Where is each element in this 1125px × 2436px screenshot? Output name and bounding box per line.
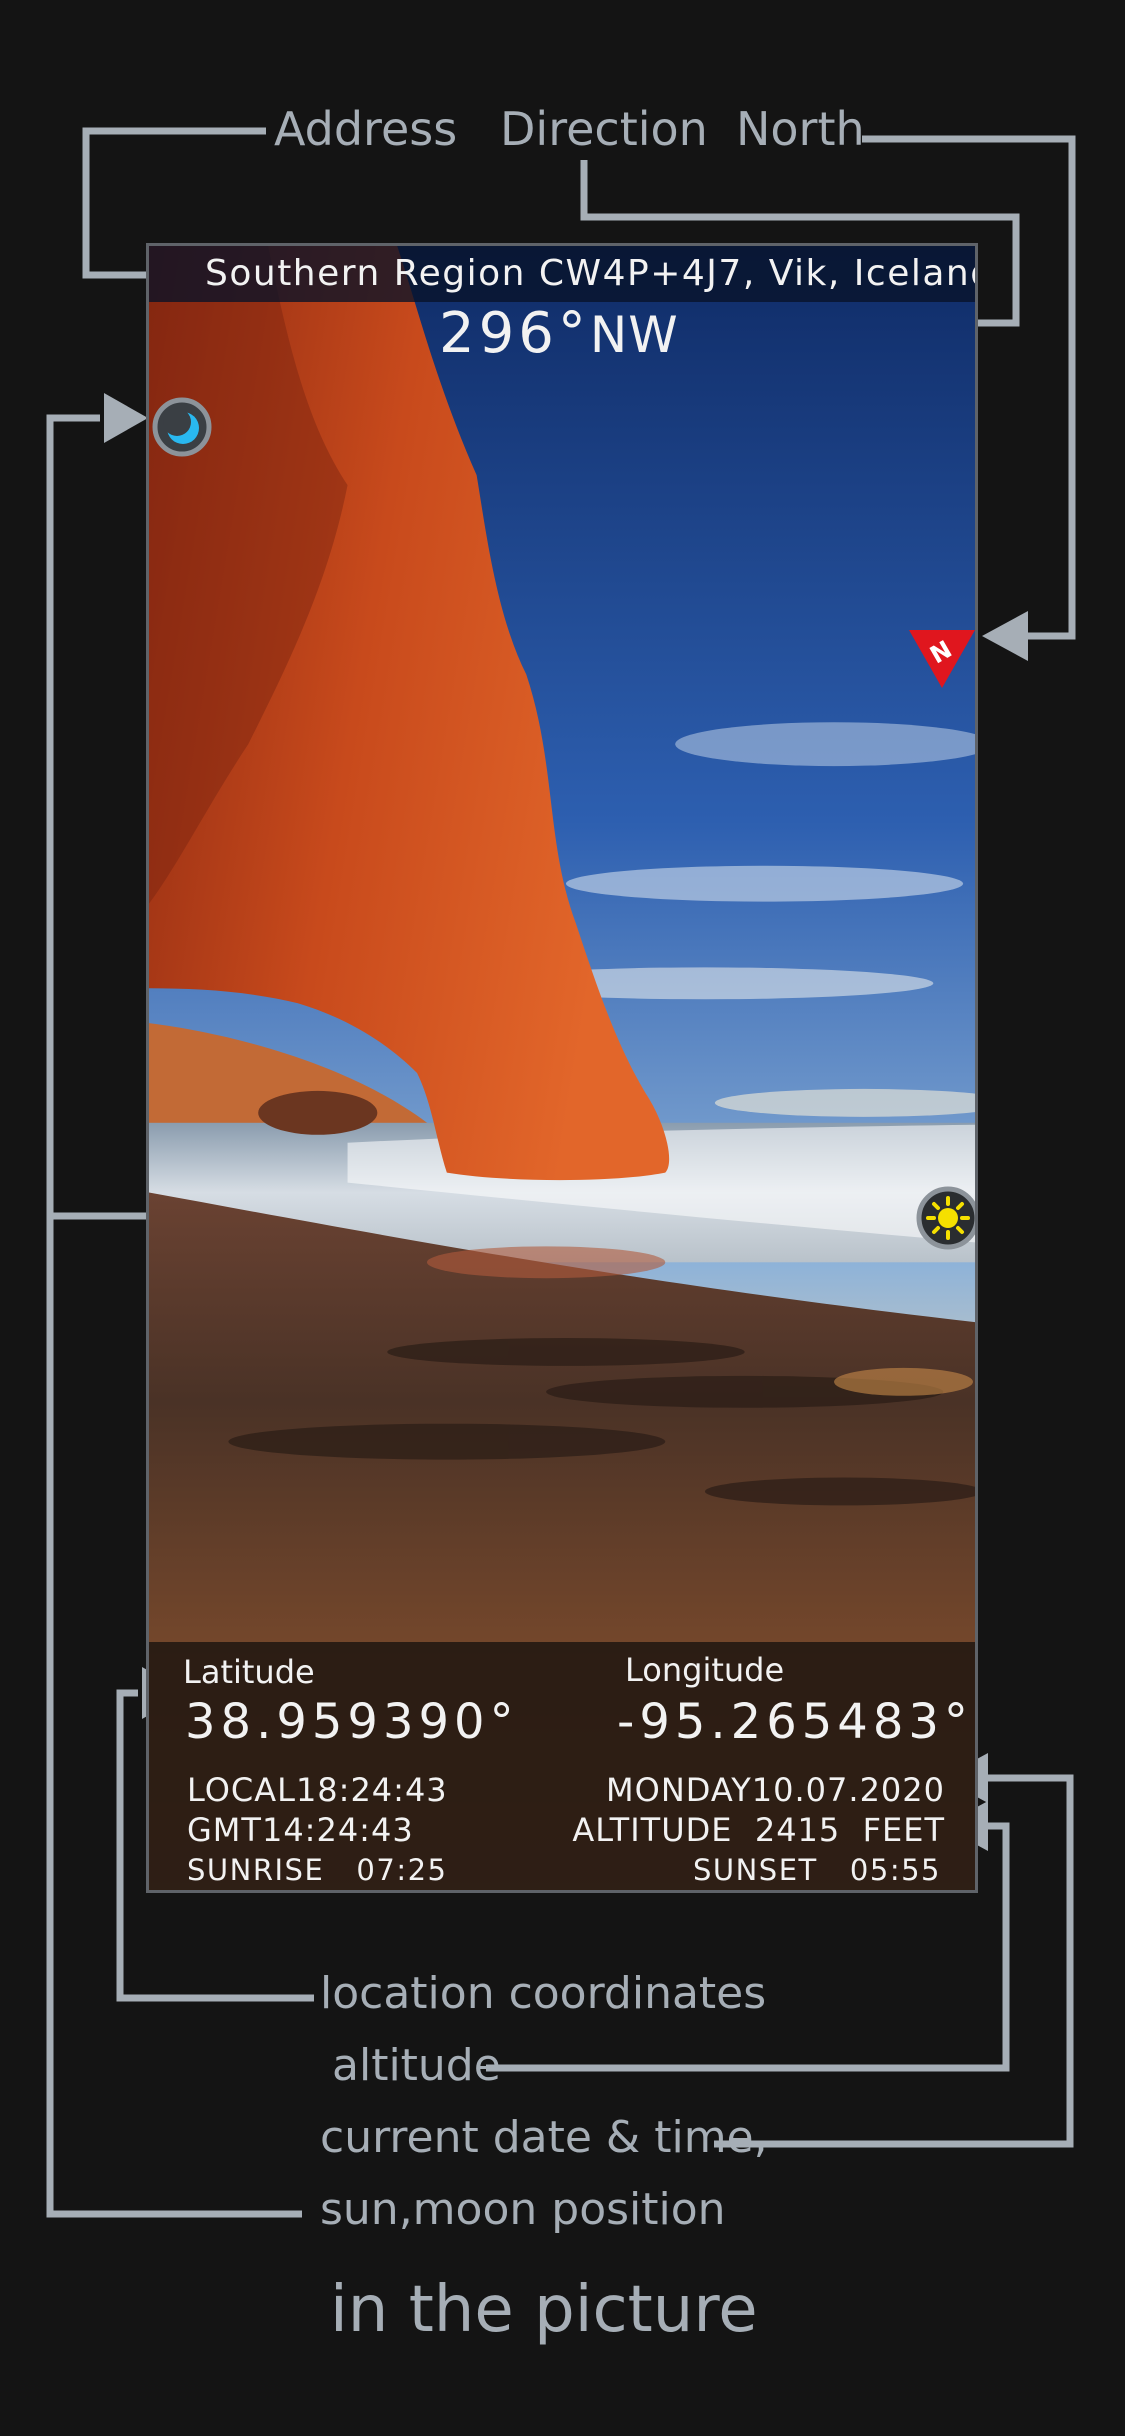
sun-icon	[916, 1186, 975, 1250]
callout-location-coordinates: location coordinates	[320, 1968, 767, 2019]
heading-readout: 296°NW	[439, 306, 679, 362]
sunset-label: SUNSET	[692, 1853, 818, 1887]
photo-frame: Southern Region CW4P+4J7, Vik, Iceland 2…	[146, 243, 978, 1893]
altitude-label: ALTITUDE	[572, 1811, 733, 1849]
callout-date-time: current date & time,	[320, 2112, 768, 2163]
address-text: Southern Region CW4P+4J7, Vik, Iceland	[205, 253, 978, 294]
heading-direction: NW	[589, 306, 679, 364]
moon-icon	[152, 397, 212, 457]
altitude-value: 2415	[754, 1811, 841, 1849]
altitude-row: ALTITUDE 2415 FEET	[572, 1814, 945, 1846]
sunset-row: SUNSET 05:55	[693, 1856, 941, 1885]
latitude-value: 38.959390°	[185, 1694, 519, 1750]
callout-sun-moon: sun,moon position	[320, 2184, 726, 2235]
footer-caption: in the picture	[330, 2273, 758, 2347]
callout-address: Address	[274, 102, 458, 156]
gmt-time: 14:24:43	[261, 1811, 414, 1849]
date-row: MONDAY10.07.2020	[606, 1774, 945, 1806]
date-value: 10.07.2020	[751, 1771, 945, 1809]
callout-direction: Direction	[500, 102, 708, 156]
sunset-time: 05:55	[849, 1853, 941, 1887]
local-time: 18:24:43	[295, 1771, 448, 1809]
info-panel: Latitude 38.959390° Longitude -95.265483…	[149, 1642, 975, 1890]
gmt-label: GMT	[187, 1811, 262, 1849]
callout-north: North	[736, 102, 865, 156]
day-name: MONDAY	[606, 1771, 752, 1809]
sunrise-label: SUNRISE	[187, 1853, 325, 1887]
local-time-row: LOCAL18:24:43	[187, 1774, 448, 1806]
callout-altitude: altitude	[332, 2040, 501, 2091]
north-marker-icon: N	[909, 630, 975, 688]
local-label: LOCAL	[187, 1771, 296, 1809]
longitude-value: -95.265483°	[617, 1694, 973, 1750]
sunrise-time: 07:25	[356, 1853, 448, 1887]
altitude-unit: FEET	[862, 1811, 945, 1849]
longitude-label: Longitude	[625, 1651, 785, 1689]
gmt-time-row: GMT14:24:43	[187, 1814, 414, 1846]
latitude-label: Latitude	[183, 1653, 315, 1691]
sunrise-row: SUNRISE 07:25	[187, 1856, 448, 1885]
heading-degrees: 296°	[439, 301, 590, 366]
